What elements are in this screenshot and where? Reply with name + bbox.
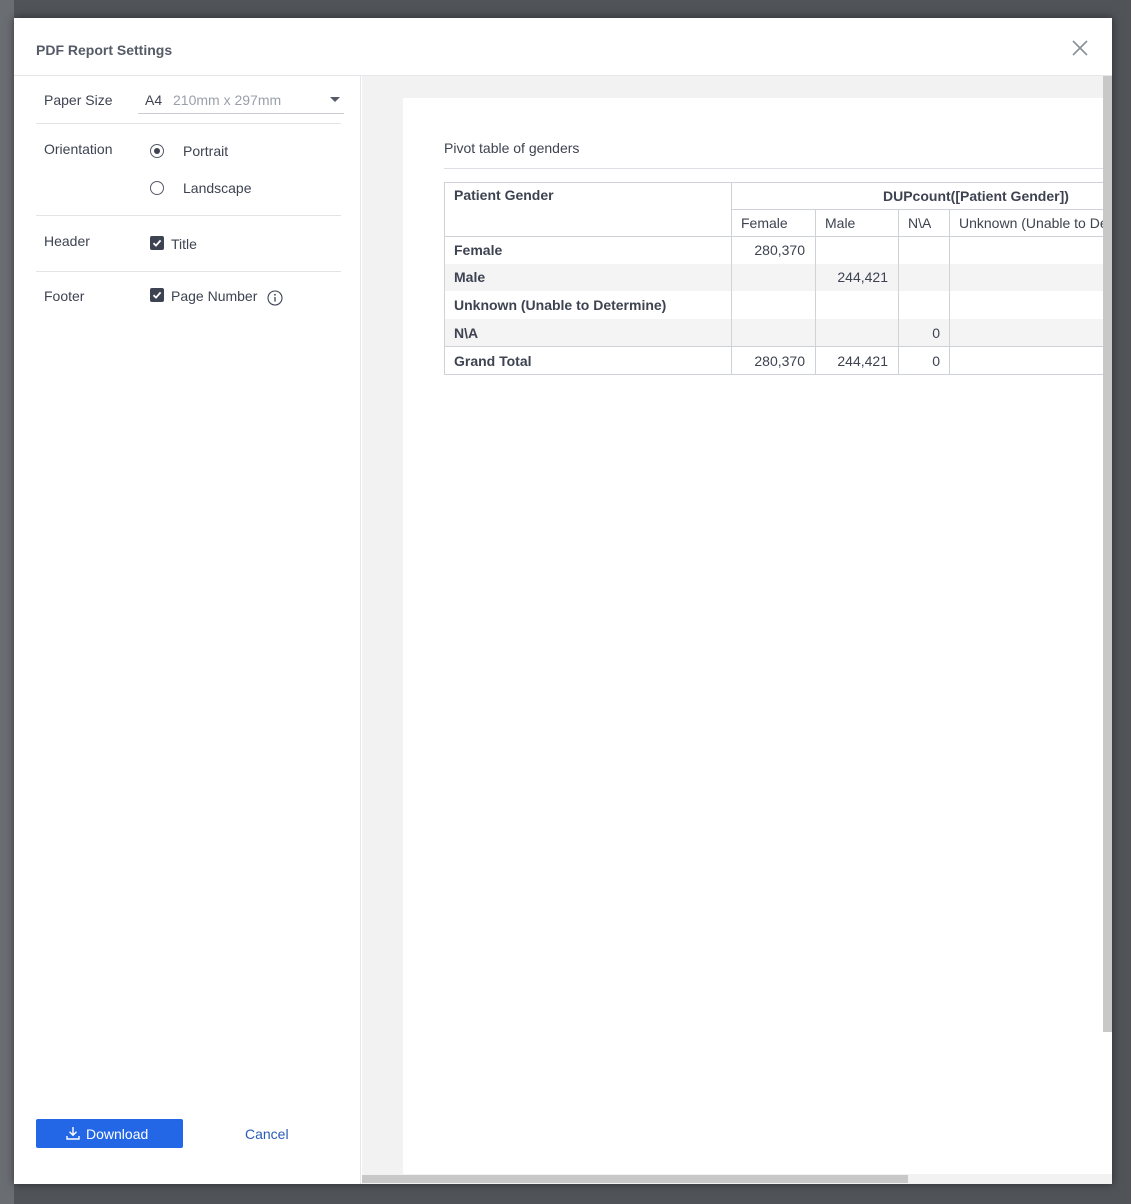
column-header: Male xyxy=(825,215,856,231)
report-preview[interactable]: Pivot table of genders Patient Gender DU… xyxy=(362,76,1112,1184)
grand-total-label: Grand Total xyxy=(454,353,532,369)
header-title-checkbox[interactable]: Title xyxy=(150,234,270,254)
footer-label: Footer xyxy=(44,288,85,304)
paper-size-label: Paper Size xyxy=(44,92,113,108)
cancel-button[interactable]: Cancel xyxy=(245,1126,289,1142)
preview-horizontal-scrollbar[interactable] xyxy=(362,1175,908,1183)
measure-header: DUPcount([Patient Gender]) xyxy=(883,188,1069,204)
checkbox-checked-icon xyxy=(150,288,164,302)
grid-line xyxy=(815,209,816,374)
dialog-header: PDF Report Settings xyxy=(14,18,1112,76)
row-band xyxy=(445,264,1112,291)
footer-row: Footer Page Number xyxy=(36,272,341,328)
app-backdrop-edge xyxy=(0,0,14,1204)
row-label: N\A xyxy=(454,325,479,341)
footer-page-number-checkbox[interactable]: Page Number xyxy=(150,286,330,306)
pivot-table: Patient Gender DUPcount([Patient Gender]… xyxy=(444,182,1112,375)
header-label: Header xyxy=(44,233,90,249)
footer-page-number-label: Page Number xyxy=(171,288,258,304)
pdf-report-settings-dialog: PDF Report Settings Paper Size A4 210mm … xyxy=(14,18,1112,1184)
download-button[interactable]: Download xyxy=(36,1119,183,1148)
table-cell: 280,370 xyxy=(754,242,805,258)
orientation-landscape-label: Landscape xyxy=(183,180,252,196)
column-header: Female xyxy=(741,215,788,231)
settings-panel: Paper Size A4 210mm x 297mm Orientation … xyxy=(14,76,361,1184)
table-cell: 0 xyxy=(932,325,940,341)
table-cell: 0 xyxy=(932,353,940,369)
grid-line xyxy=(445,236,1112,237)
table-cell: 280,370 xyxy=(754,353,805,369)
table-cell: 244,421 xyxy=(837,269,888,285)
info-icon[interactable] xyxy=(267,290,283,306)
close-button[interactable] xyxy=(1070,38,1090,58)
download-button-label: Download xyxy=(86,1126,149,1142)
header-row: Header Title xyxy=(36,216,341,272)
column-header: N\A xyxy=(908,215,932,231)
close-icon xyxy=(1072,40,1088,56)
paper-size-row: Paper Size A4 210mm x 297mm xyxy=(36,76,344,124)
table-cell: 244,421 xyxy=(837,353,888,369)
orientation-portrait-radio[interactable]: Portrait xyxy=(150,141,290,163)
row-label: Unknown (Unable to Determine) xyxy=(454,297,667,313)
title-divider xyxy=(444,168,1112,169)
paper-size-select[interactable]: A4 210mm x 297mm xyxy=(138,84,344,114)
grid-line xyxy=(949,209,950,374)
header-title-label: Title xyxy=(171,236,197,252)
download-icon xyxy=(66,1127,80,1140)
row-label: Male xyxy=(454,269,486,285)
preview-vertical-scrollbar[interactable] xyxy=(1103,76,1112,1032)
orientation-portrait-label: Portrait xyxy=(183,143,229,159)
radio-unselected-icon xyxy=(150,181,164,195)
grid-line xyxy=(731,209,1112,210)
row-header: Patient Gender xyxy=(454,187,554,203)
grid-line xyxy=(445,346,1112,347)
pivot-table-title: Pivot table of genders xyxy=(444,140,580,156)
paper-size-code: A4 xyxy=(145,92,163,108)
orientation-label: Orientation xyxy=(44,141,113,157)
grid-line xyxy=(898,209,899,374)
preview-page: Pivot table of genders Patient Gender DU… xyxy=(403,98,1112,1176)
radio-selected-icon xyxy=(150,144,164,158)
orientation-row: Orientation Portrait Landscape xyxy=(36,124,341,216)
orientation-landscape-radio[interactable]: Landscape xyxy=(150,178,290,200)
row-band xyxy=(445,319,1112,346)
column-header: Unknown (Unable to Determine) xyxy=(959,215,1112,231)
row-label: Female xyxy=(454,242,503,258)
paper-size-dimensions: 210mm x 297mm xyxy=(173,92,282,108)
checkbox-checked-icon xyxy=(150,236,164,250)
chevron-down-icon xyxy=(330,97,340,102)
dialog-title: PDF Report Settings xyxy=(36,42,173,58)
